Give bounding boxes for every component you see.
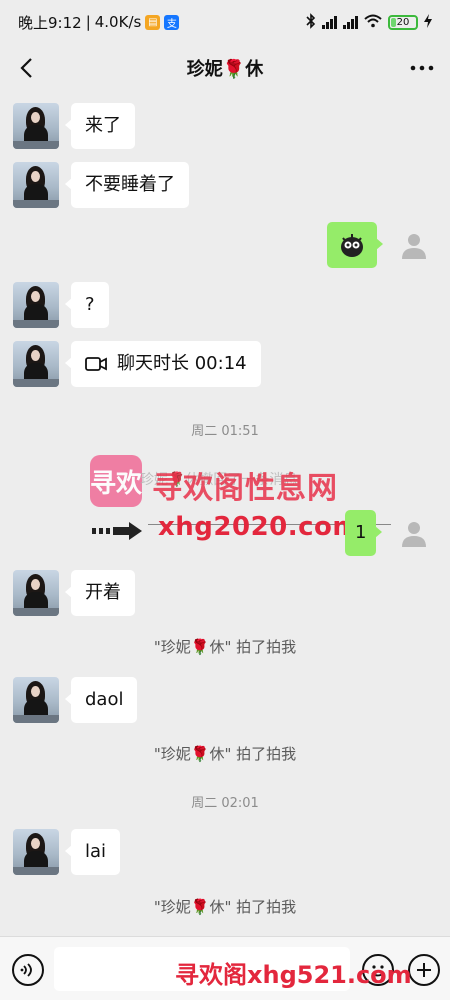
chat-title: 珍妮🌹休 bbox=[186, 59, 264, 80]
back-button[interactable] bbox=[12, 54, 40, 82]
video-call-record[interactable]: 聊天时长 00:14 bbox=[65, 341, 261, 387]
message-bubble-received[interactable]: 来了 bbox=[65, 103, 135, 149]
message-bubble-sent[interactable]: 1 bbox=[345, 510, 384, 556]
battery-icon: 20 bbox=[388, 14, 418, 30]
sticker-icon bbox=[341, 234, 363, 257]
clock: 晚上9:12 bbox=[18, 13, 82, 32]
notification-icon: ▤ bbox=[145, 14, 161, 30]
watermark-title: 寻欢阁性息网 bbox=[152, 471, 338, 506]
self-avatar[interactable] bbox=[391, 222, 437, 268]
signal-icon-1 bbox=[322, 15, 337, 29]
time-label: 周二 01:51 bbox=[191, 424, 259, 439]
input-bar bbox=[0, 936, 450, 1000]
network-speed: 4.0K/s bbox=[94, 13, 142, 31]
message-bubble-received[interactable]: 不要睡着了 bbox=[65, 162, 189, 208]
sticker-message[interactable] bbox=[327, 222, 383, 268]
message-bubble-received[interactable]: lai bbox=[64, 829, 121, 875]
message-bubble-received[interactable]: 开着 bbox=[65, 570, 135, 616]
battery-fill bbox=[391, 17, 397, 27]
signal-icon-2 bbox=[343, 15, 358, 29]
separator: | bbox=[85, 13, 91, 31]
more-dots-icon bbox=[410, 65, 434, 71]
plus-icon bbox=[417, 963, 431, 977]
contact-avatar[interactable] bbox=[13, 162, 59, 208]
battery-level: 20 bbox=[396, 16, 410, 28]
self-avatar[interactable] bbox=[391, 510, 437, 556]
message-bubble-received[interactable]: ? bbox=[65, 282, 109, 328]
status-right: 20 bbox=[306, 12, 432, 32]
voice-button[interactable] bbox=[12, 954, 44, 986]
pat-notification: "珍妮🌹休" 拍了拍我 bbox=[153, 745, 297, 763]
alipay-icon: 支 bbox=[164, 14, 180, 30]
video-call-icon bbox=[85, 357, 107, 371]
default-avatar-icon bbox=[402, 234, 426, 259]
charging-icon bbox=[424, 13, 432, 31]
pat-notification: "珍妮🌹休" 拍了拍我 bbox=[153, 638, 297, 656]
contact-avatar[interactable] bbox=[13, 829, 59, 875]
contact-avatar[interactable] bbox=[13, 341, 59, 387]
contact-avatar[interactable] bbox=[13, 282, 59, 328]
bluetooth-icon bbox=[306, 12, 316, 32]
time-label: 周二 02:01 bbox=[191, 796, 259, 811]
contact-avatar[interactable] bbox=[13, 103, 59, 149]
emoji-button[interactable] bbox=[362, 954, 394, 986]
wifi-icon bbox=[364, 14, 382, 31]
nav-bar: 珍妮🌹休 bbox=[0, 44, 450, 92]
more-button[interactable] bbox=[408, 54, 436, 82]
watermark-logo: 寻欢 bbox=[90, 455, 142, 507]
contact-avatar[interactable] bbox=[13, 677, 59, 723]
default-avatar-icon bbox=[402, 522, 426, 547]
message-bubble-received[interactable]: daol bbox=[64, 677, 138, 723]
status-left: 晚上9:12 | 4.0K/s ▤ 支 bbox=[18, 12, 180, 33]
contact-avatar[interactable] bbox=[13, 570, 59, 616]
watermark-url: xhg2020.com bbox=[158, 512, 360, 542]
plus-button[interactable] bbox=[408, 954, 440, 986]
recalled-message-text: 珍妮🌹休撤回了一条消息 bbox=[140, 472, 298, 488]
voice-icon bbox=[20, 963, 32, 977]
status-bar: 晚上9:12 | 4.0K/s ▤ 支 20 bbox=[0, 0, 450, 44]
arrow-icon bbox=[92, 522, 142, 540]
emoji-icon bbox=[371, 965, 385, 977]
back-chevron-icon bbox=[20, 58, 32, 78]
call-duration: 聊天时长 00:14 bbox=[117, 353, 247, 374]
pat-notification: "珍妮🌹休" 拍了拍我 bbox=[153, 898, 297, 916]
message-input[interactable] bbox=[54, 947, 350, 991]
